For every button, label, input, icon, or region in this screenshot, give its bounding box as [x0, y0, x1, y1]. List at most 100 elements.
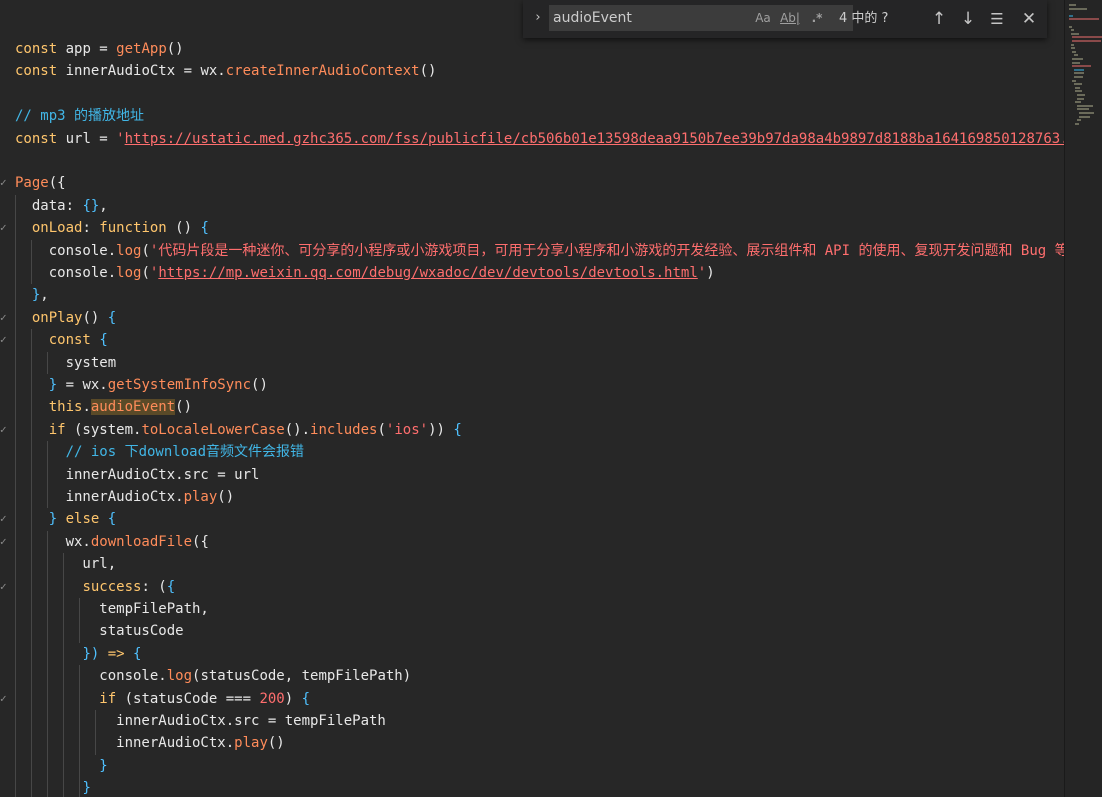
code-line[interactable]: } = wx.getSystemInfoSync(): [0, 374, 1064, 396]
code-line[interactable]: innerAudioCtx.src = tempFilePath: [0, 710, 1064, 732]
minimap-line: [1077, 108, 1090, 111]
minimap-line: [1078, 115, 1090, 118]
code-line[interactable]: },: [0, 284, 1064, 306]
fold-chevron-icon[interactable]: ✓: [0, 576, 8, 598]
indent-guide: [47, 530, 48, 797]
code-token: play: [234, 735, 268, 752]
fold-chevron-icon[interactable]: ✓: [0, 172, 8, 194]
code-token: {: [133, 645, 142, 662]
minimap[interactable]: [1064, 0, 1102, 797]
code-line[interactable]: }) => {: [0, 643, 1064, 665]
code-line[interactable]: }: [0, 755, 1064, 777]
code-token: (statusCode, tempFilePath): [192, 668, 412, 685]
code-token: https://mp.weixin.qq.com/debug/wxadoc/de…: [158, 265, 698, 281]
code-line[interactable]: ✓ onPlay() {: [0, 307, 1064, 329]
code-line[interactable]: const app = getApp(): [0, 38, 1064, 60]
code-line[interactable]: innerAudioCtx.src = url: [0, 464, 1064, 486]
code-token: const: [15, 130, 58, 147]
minimap-line: [1070, 32, 1079, 35]
code-line[interactable]: // ios 下download音频文件会报错: [0, 441, 1064, 463]
code-line[interactable]: ✓ success: ({: [0, 576, 1064, 598]
code-token: }: [82, 780, 91, 797]
code-line[interactable]: }: [0, 777, 1064, 797]
minimap-line: [1072, 58, 1083, 60]
fold-chevron-icon[interactable]: ✓: [0, 419, 8, 441]
arrow-down-icon[interactable]: ↓: [957, 8, 979, 30]
code-line[interactable]: url,: [0, 553, 1064, 575]
code-line[interactable]: [0, 150, 1064, 172]
code-token: {: [200, 220, 209, 237]
code-text: if (system.toLocaleLowerCase().includes(…: [15, 419, 462, 441]
code-text: console.log(statusCode, tempFilePath): [15, 665, 411, 687]
code-editor[interactable]: const app = getApp() const innerAudioCtx …: [0, 0, 1064, 797]
match-case-button[interactable]: Aa: [753, 9, 773, 27]
code-token: }: [48, 511, 58, 528]
indent-guide: [79, 665, 80, 797]
code-line[interactable]: this.audioEvent(): [0, 396, 1064, 418]
minimap-line: [1072, 36, 1102, 39]
fold-chevron-icon[interactable]: ✓: [0, 217, 8, 239]
code-token: createInnerAudioContext: [225, 63, 420, 80]
minimap-line: [1075, 122, 1079, 125]
fold-chevron-icon[interactable]: ✓: [0, 688, 8, 710]
code-line[interactable]: innerAudioCtx.play(): [0, 732, 1064, 754]
code-line[interactable]: ✓ if (system.toLocaleLowerCase().include…: [0, 419, 1064, 441]
code-line[interactable]: console.log('代码片段是一种迷你、可分享的小程序或小游戏项目，可用于…: [0, 240, 1064, 262]
find-in-selection-icon[interactable]: ☰: [986, 8, 1008, 30]
code-text: success: ({: [15, 576, 175, 598]
code-token: url =: [57, 130, 117, 147]
code-token: ): [706, 265, 715, 281]
code-line[interactable]: tempFilePath,: [0, 598, 1064, 620]
code-line[interactable]: ✓ const {: [0, 329, 1064, 351]
fold-chevron-icon[interactable]: ✓: [0, 508, 8, 530]
close-icon[interactable]: ✕: [1018, 8, 1040, 30]
code-text: const url = 'https://ustatic.med.gzhc365…: [15, 128, 1064, 150]
whole-word-button[interactable]: Ab|: [779, 9, 801, 27]
regex-button[interactable]: .*: [807, 9, 827, 27]
code-line[interactable]: ✓ onLoad: function () {: [0, 217, 1064, 239]
code-line[interactable]: console.log('https://mp.weixin.qq.com/de…: [0, 262, 1064, 284]
code-token: (): [166, 220, 201, 237]
minimap-line: [1075, 90, 1083, 93]
code-text: innerAudioCtx.src = tempFilePath: [15, 710, 386, 732]
code-line[interactable]: data: {},: [0, 195, 1064, 217]
match-count: 4 中的 ?: [839, 11, 889, 26]
code-token: toLocaleLowerCase: [141, 421, 285, 438]
code-text: onPlay() {: [15, 307, 116, 329]
code-text: if (statusCode === 200) {: [15, 688, 310, 710]
code-token: {: [301, 690, 311, 707]
arrow-up-icon[interactable]: ↑: [928, 8, 950, 30]
code-text: innerAudioCtx.play(): [15, 732, 285, 754]
minimap-line: [1073, 83, 1082, 86]
code-line[interactable]: ✓ Page({: [0, 172, 1064, 194]
code-line[interactable]: // mp3 的播放地址: [0, 105, 1064, 127]
code-token: success: [82, 578, 142, 595]
minimap-line: [1072, 50, 1077, 53]
code-token: (): [175, 399, 193, 416]
code-line[interactable]: innerAudioCtx.play(): [0, 486, 1064, 508]
fold-chevron-icon[interactable]: ✓: [0, 329, 8, 351]
code-line[interactable]: ✓ } else {: [0, 508, 1064, 530]
code-token: {}: [82, 197, 100, 214]
chevron-right-icon[interactable]: ›: [531, 8, 545, 28]
fold-chevron-icon[interactable]: ✓: [0, 531, 8, 553]
code-line[interactable]: const url = 'https://ustatic.med.gzhc365…: [0, 128, 1064, 150]
code-token: innerAudioCtx = wx.: [57, 63, 226, 80]
code-line[interactable]: statusCode: [0, 620, 1064, 642]
indent-guide: [63, 553, 64, 797]
code-line[interactable]: console.log(statusCode, tempFilePath): [0, 665, 1064, 687]
code-line[interactable]: const innerAudioCtx = wx.createInnerAudi…: [0, 60, 1064, 82]
fold-chevron-icon[interactable]: ✓: [0, 307, 8, 329]
code-line[interactable]: [0, 83, 1064, 105]
minimap-line: [1073, 76, 1083, 78]
indent-guide: [79, 598, 80, 643]
code-line[interactable]: ✓ if (statusCode === 200) {: [0, 688, 1064, 710]
code-text: }) => {: [15, 643, 141, 665]
code-line[interactable]: ✓ wx.downloadFile({: [0, 531, 1064, 553]
find-widget: › Aa Ab| .* 4 中的 ? ↑ ↓ ☰ ✕: [523, 0, 1047, 38]
indent-guide: [31, 329, 32, 797]
code-line[interactable]: system: [0, 352, 1064, 374]
code-token: {: [99, 332, 108, 349]
code-text: onLoad: function () {: [15, 217, 209, 239]
